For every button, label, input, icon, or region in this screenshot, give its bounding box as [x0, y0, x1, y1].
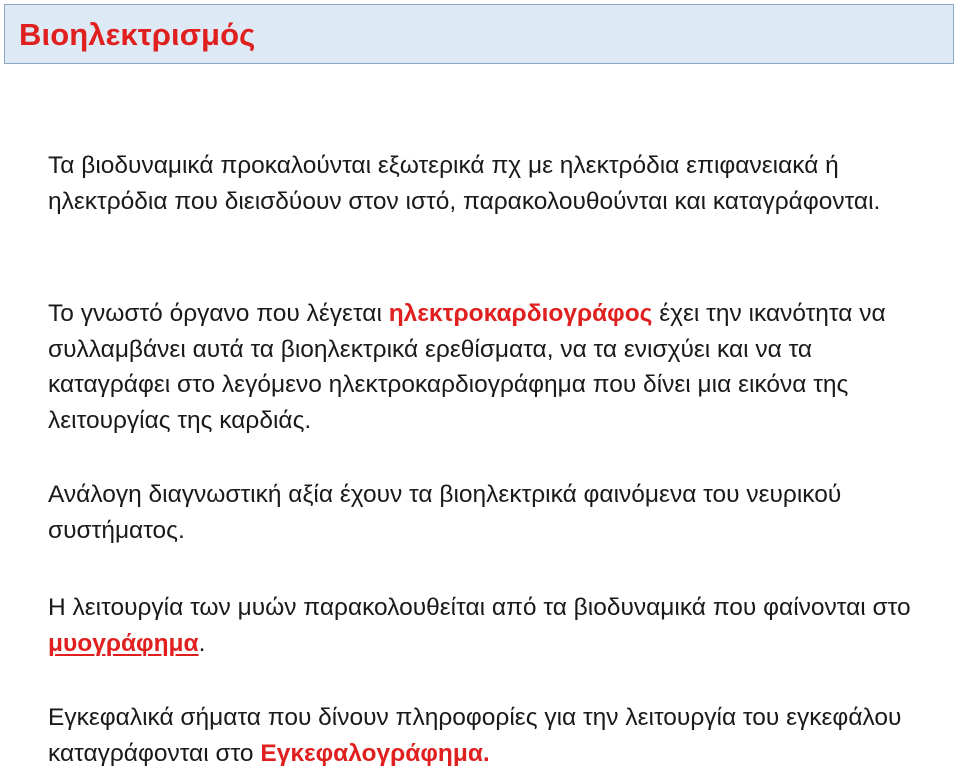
paragraph-myogram: Η λειτουργία των μυών παρακολουθείται απ…: [48, 590, 938, 661]
highlight-term-electrocardiograph: ηλεκτροκαρδιογράφος: [388, 300, 653, 327]
highlight-term-electroencephalogram: Εγκεφαλογράφημα.: [260, 739, 490, 767]
paragraph-text-after: .: [198, 629, 206, 657]
paragraph-text: Ανάλογη διαγνωστική αξία έχουν τα βιοηλε…: [48, 481, 842, 544]
paragraph-text: Τα βιοδυναμικά προκαλούνται εξωτερικά πχ…: [48, 152, 881, 215]
highlight-term-myogram: μυογράφημα: [48, 629, 199, 657]
paragraph-text-before: Η λειτουργία των μυών παρακολουθείται απ…: [48, 594, 925, 621]
paragraph-nervous-system: Ανάλογη διαγνωστική αξία έχουν τα βιοηλε…: [48, 477, 938, 548]
paragraph-biopotentials: Τα βιοδυναμικά προκαλούνται εξωτερικά πχ…: [48, 148, 938, 219]
title-bar: Βιοηλεκτρισμός: [4, 4, 954, 64]
slide-title: Βιοηλεκτρισμός: [19, 17, 256, 52]
paragraph-electroencephalogram: Εγκεφαλικά σήματα που δίνουν πληροφορίες…: [48, 700, 938, 771]
paragraph-text-before: Το γνωστό όργανο που λέγεται: [48, 300, 389, 327]
paragraph-electrocardiograph: Το γνωστό όργανο που λέγεται ηλεκτροκαρδ…: [48, 296, 938, 438]
